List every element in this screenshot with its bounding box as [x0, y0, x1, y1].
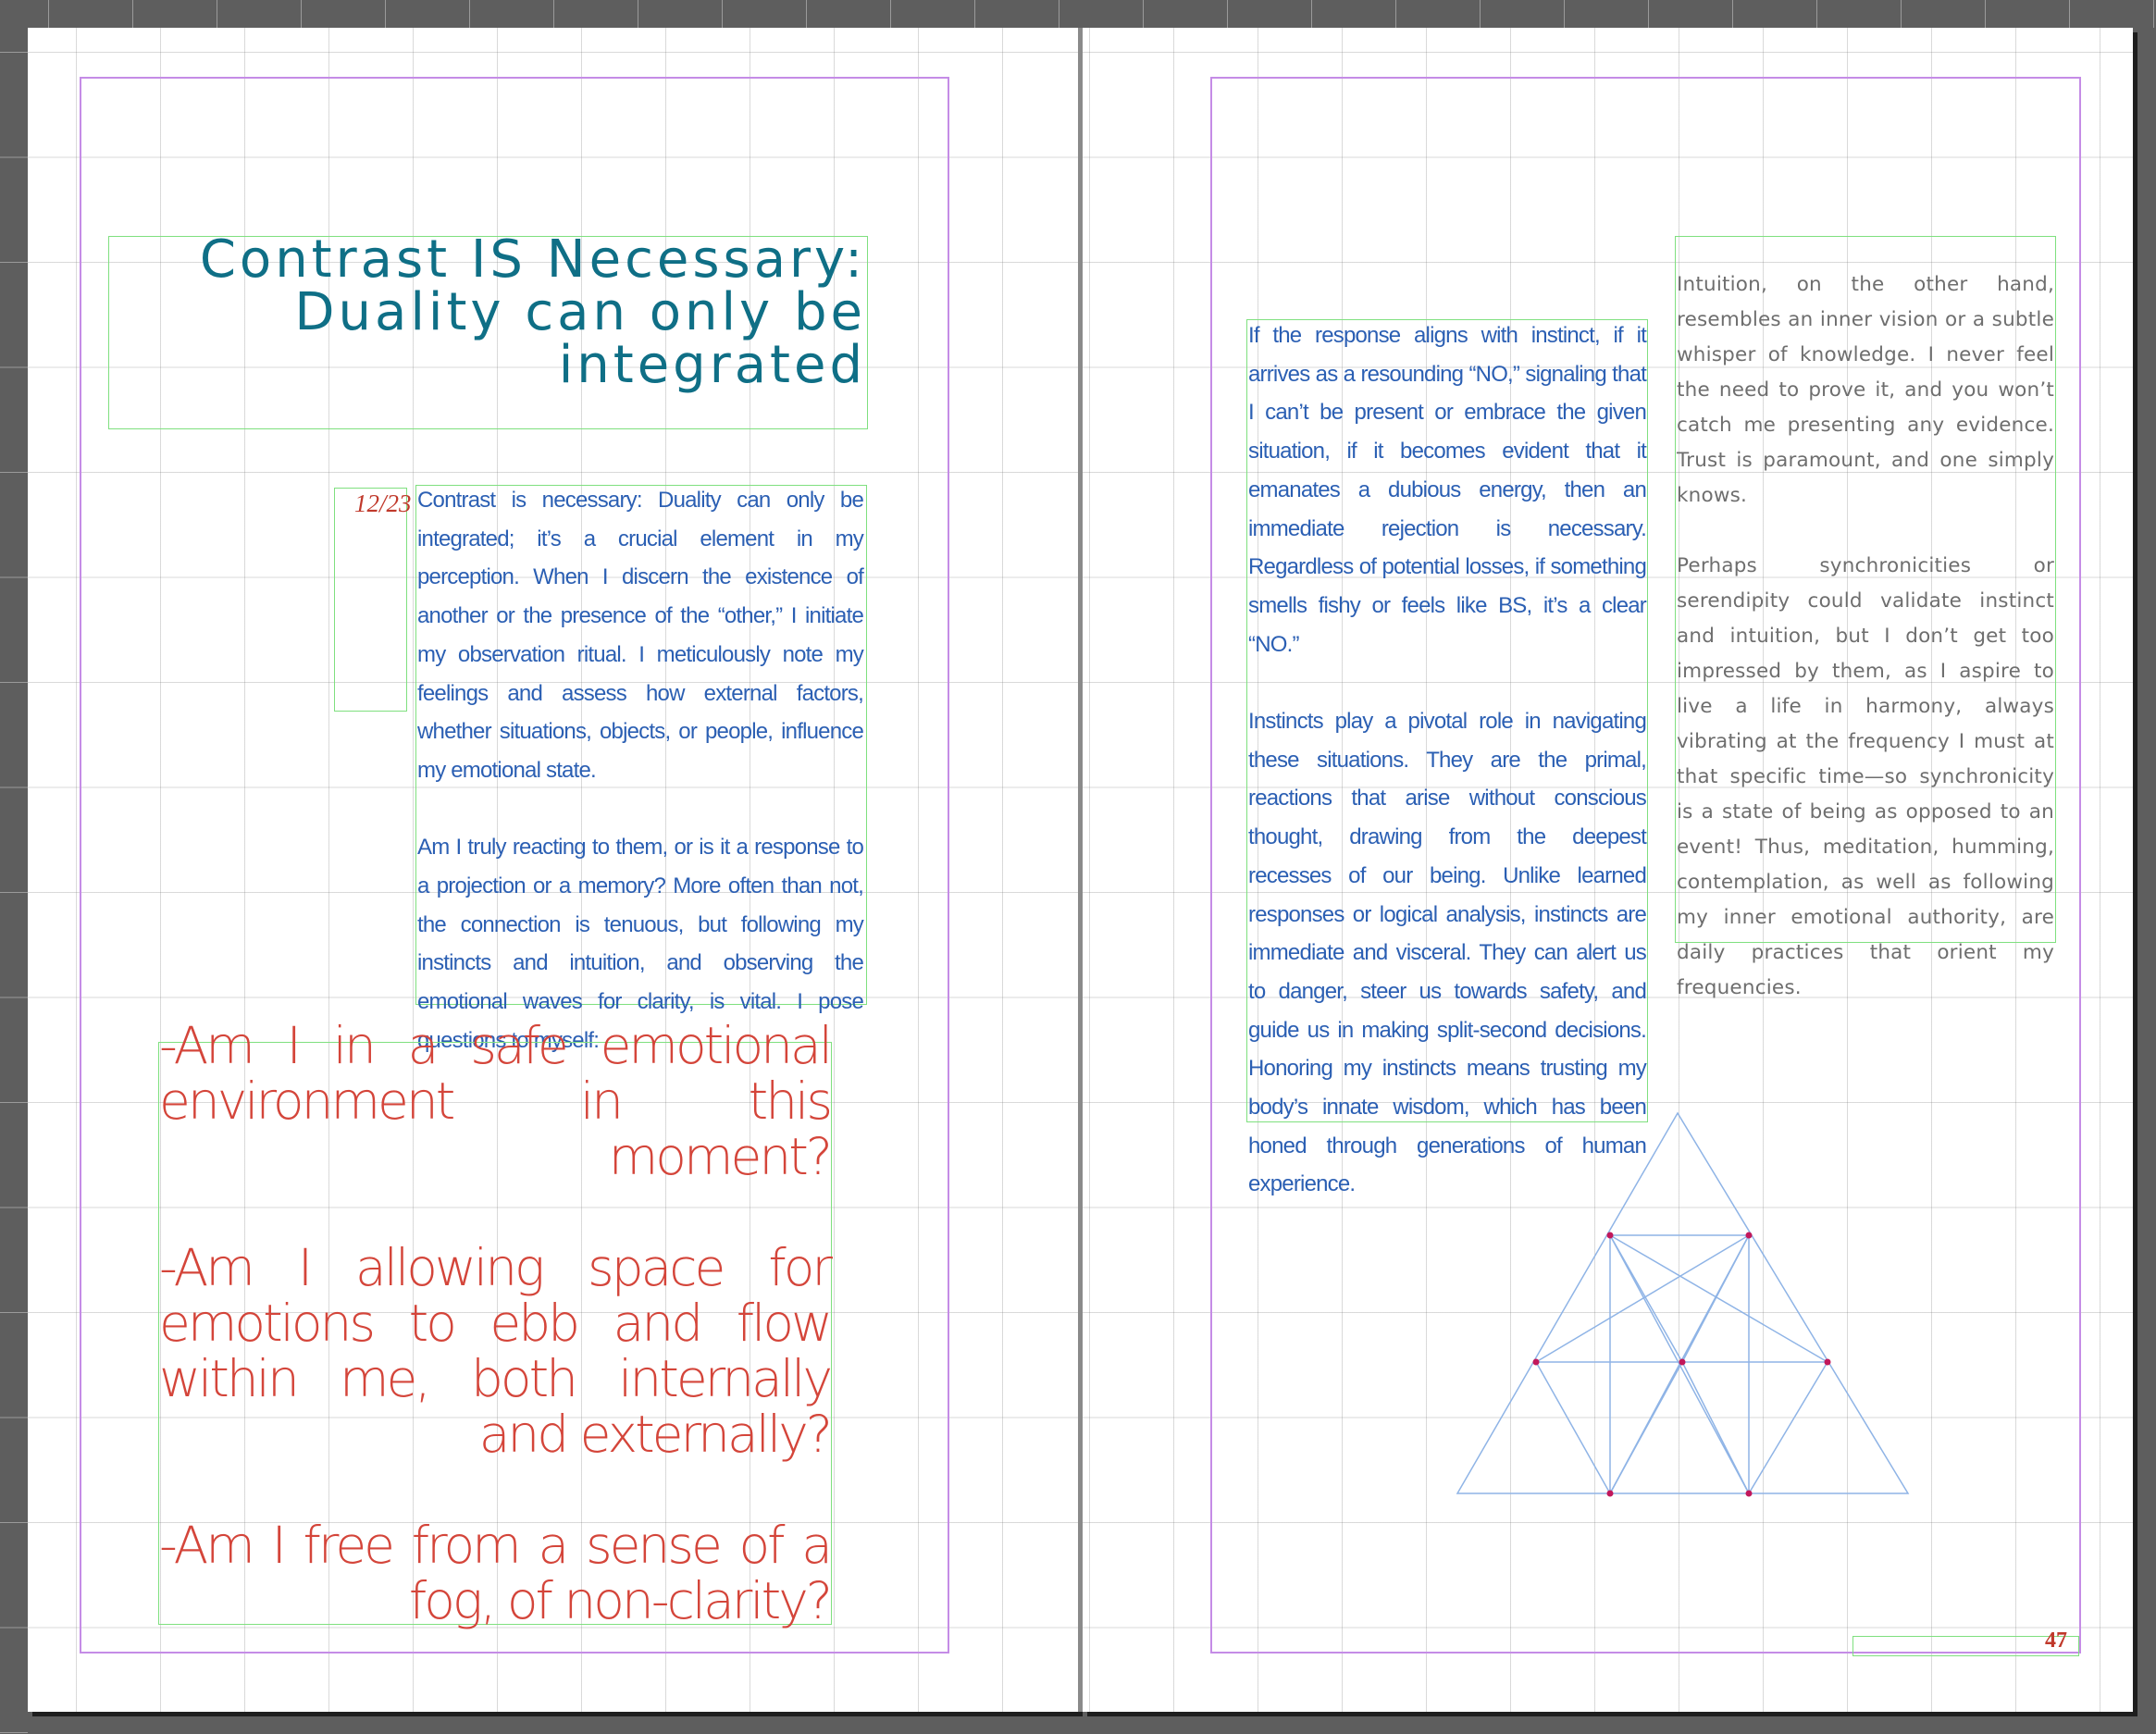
left-paragraph-1: Contrast is necessary: Duality can only … — [417, 488, 864, 783]
question-1: -Am I in a safe emotional environment in… — [159, 1016, 833, 1186]
pasteboard-bottom — [28, 1716, 2156, 1734]
right-column-two-text[interactable]: Intuition, on the other hand, resembles … — [1677, 267, 2054, 1041]
question-3: -Am I free from a sense of a fog, of non… — [159, 1516, 833, 1630]
page-number[interactable]: 47 — [2045, 1629, 2067, 1653]
vertical-ruler[interactable] — [0, 28, 28, 1734]
right-col1-paragraph-1: If the response aligns with instinct, if… — [1248, 323, 1647, 657]
right-col2-paragraph-2: Perhaps synchronicities or serendipity c… — [1677, 554, 2054, 999]
horizontal-ruler[interactable] — [0, 0, 2156, 28]
right-column-one-text[interactable]: If the response aligns with instinct, if… — [1248, 316, 1647, 1243]
triangle-grid-diagram[interactable] — [1453, 1110, 1915, 1499]
chapter-title[interactable]: Contrast IS Necessary: Duality can only … — [109, 233, 866, 391]
reflection-questions[interactable]: -Am I in a safe emotional environment in… — [159, 1016, 833, 1684]
chapter-marker[interactable]: 12/23 — [354, 485, 412, 523]
question-2: -Am I allowing space for emotions to ebb… — [159, 1238, 833, 1464]
left-body-text[interactable]: Contrast is necessary: Duality can only … — [417, 481, 864, 1098]
right-col2-paragraph-1: Intuition, on the other hand, resembles … — [1677, 273, 2054, 507]
